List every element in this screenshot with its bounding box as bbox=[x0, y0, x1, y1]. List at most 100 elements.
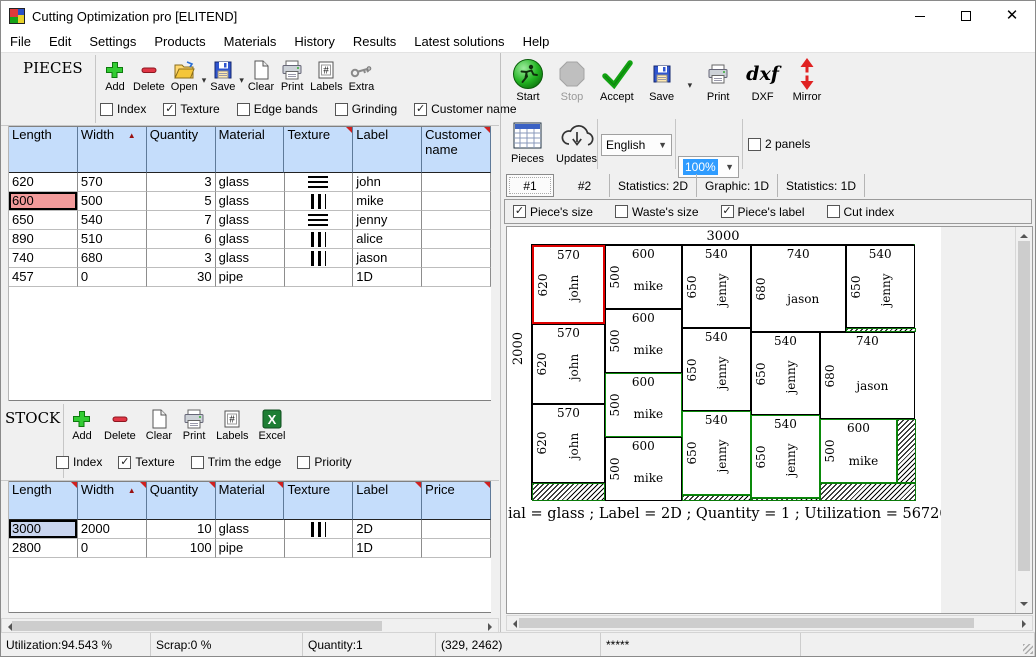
column-header-texture[interactable]: Texture bbox=[284, 482, 353, 520]
labels-button[interactable]: #Labels bbox=[213, 406, 251, 443]
cell-length[interactable]: 740 bbox=[9, 249, 78, 268]
labels-button[interactable]: #Labels bbox=[307, 57, 345, 94]
customer-name-checkbox[interactable]: ✓Customer name bbox=[414, 102, 516, 116]
piece-s-size-checkbox[interactable]: ✓Piece's size bbox=[513, 205, 593, 219]
cell-width[interactable]: 540 bbox=[78, 211, 147, 230]
pieces-table-left-scrollbar[interactable] bbox=[1, 126, 9, 401]
scrollbar-thumb[interactable] bbox=[519, 618, 974, 628]
cut-piece-john[interactable]: 570620john bbox=[532, 404, 605, 483]
save-dropdown-caret[interactable]: ▾ bbox=[239, 65, 244, 86]
scroll-right-icon[interactable] bbox=[488, 623, 496, 631]
cell-width[interactable]: 500 bbox=[78, 192, 147, 211]
close-button[interactable]: ✕ bbox=[989, 1, 1035, 31]
cut-piece-mike[interactable]: 600500mike bbox=[605, 245, 682, 309]
mirror-button[interactable]: Mirror bbox=[789, 56, 825, 104]
cell-material[interactable]: glass bbox=[216, 230, 285, 249]
cell-label[interactable]: 1D bbox=[353, 539, 422, 558]
dxf-button[interactable]: dxfDXF bbox=[743, 56, 782, 104]
cell-width[interactable]: 2000 bbox=[78, 520, 147, 539]
cell-material[interactable]: pipe bbox=[216, 268, 285, 287]
table-row[interactable]: 457030pipe1D bbox=[9, 268, 491, 287]
column-header-quantity[interactable]: Quantity bbox=[147, 482, 216, 520]
column-header-customer-name[interactable]: Customer name bbox=[422, 127, 491, 173]
cell-quantity[interactable]: 5 bbox=[147, 192, 216, 211]
cell-quantity[interactable]: 7 bbox=[147, 211, 216, 230]
accept-button[interactable]: Accept bbox=[597, 56, 637, 104]
cell-texture[interactable] bbox=[285, 211, 354, 230]
cell-customer-name[interactable] bbox=[422, 230, 491, 249]
cut-piece-jenny[interactable]: 540650jenny bbox=[751, 415, 820, 498]
table-row[interactable]: 6005005glassmike bbox=[9, 192, 491, 211]
cell-material[interactable]: pipe bbox=[216, 539, 285, 558]
scroll-left-icon[interactable] bbox=[509, 620, 517, 628]
cut-piece-jason[interactable]: 740680jason bbox=[751, 245, 846, 332]
cell-label[interactable]: john bbox=[353, 173, 422, 192]
cell-texture[interactable] bbox=[285, 173, 354, 192]
cell-width[interactable]: 510 bbox=[78, 230, 147, 249]
cut-piece-jenny[interactable]: 540650jenny bbox=[751, 332, 820, 415]
cell-material[interactable]: glass bbox=[216, 211, 285, 230]
scroll-down-icon[interactable] bbox=[1020, 602, 1028, 610]
table-row[interactable]: 6505407glassjenny bbox=[9, 211, 491, 230]
menu-results[interactable]: Results bbox=[344, 31, 405, 52]
menu-latest-solutions[interactable]: Latest solutions bbox=[405, 31, 513, 52]
texture-checkbox[interactable]: ✓Texture bbox=[118, 455, 174, 469]
column-header-material[interactable]: Material bbox=[216, 127, 285, 173]
delete-button[interactable]: Delete bbox=[130, 57, 168, 94]
column-header-texture[interactable]: Texture bbox=[284, 127, 353, 173]
open-button[interactable]: Open bbox=[168, 57, 201, 94]
column-header-length[interactable]: Length bbox=[9, 127, 78, 173]
start-button[interactable]: Start bbox=[509, 56, 547, 104]
menu-products[interactable]: Products bbox=[145, 31, 214, 52]
diagram-vertical-scrollbar[interactable] bbox=[1015, 227, 1032, 613]
cell-customer-name[interactable] bbox=[422, 211, 491, 230]
cell-material[interactable]: glass bbox=[216, 520, 285, 539]
table-row[interactable]: 6205703glassjohn bbox=[9, 173, 491, 192]
print-button[interactable]: Print bbox=[179, 406, 209, 443]
grinding-checkbox[interactable]: Grinding bbox=[335, 102, 397, 116]
tab-graphic-1d[interactable]: Graphic: 1D bbox=[697, 174, 778, 197]
scroll-left-icon[interactable] bbox=[4, 623, 12, 631]
save-button[interactable]: Save bbox=[207, 57, 238, 94]
save-button[interactable]: Save bbox=[644, 56, 680, 104]
cell-label[interactable]: alice bbox=[353, 230, 422, 249]
cell-width[interactable]: 570 bbox=[78, 173, 147, 192]
cell-quantity[interactable]: 3 bbox=[147, 249, 216, 268]
cell-width[interactable]: 680 bbox=[78, 249, 147, 268]
index-checkbox[interactable]: Index bbox=[100, 102, 146, 116]
add-button[interactable]: Add bbox=[100, 57, 130, 94]
column-header-width[interactable]: Width▲ bbox=[78, 482, 147, 520]
tab-statistics-2d[interactable]: Statistics: 2D bbox=[610, 174, 697, 197]
cut-piece-john[interactable]: 570620john bbox=[532, 245, 605, 324]
table-row[interactable]: 3000200010glass2D bbox=[9, 520, 491, 539]
cut-index-checkbox[interactable]: Cut index bbox=[827, 205, 895, 219]
print-button[interactable]: Print bbox=[700, 56, 736, 104]
edge-bands-checkbox[interactable]: Edge bands bbox=[237, 102, 318, 116]
cell-label[interactable]: mike bbox=[353, 192, 422, 211]
cell-price[interactable] bbox=[422, 520, 491, 539]
cell-length[interactable]: 3000 bbox=[9, 520, 78, 539]
cell-length[interactable]: 600 bbox=[9, 192, 78, 211]
clear-button[interactable]: Clear bbox=[245, 57, 277, 94]
updates-button[interactable]: Updates bbox=[553, 118, 600, 166]
tab-statistics-1d[interactable]: Statistics: 1D bbox=[778, 174, 865, 197]
extra-button[interactable]: Extra bbox=[346, 57, 378, 94]
menu-file[interactable]: File bbox=[1, 31, 40, 52]
tab-1[interactable]: #1 bbox=[506, 174, 554, 197]
cell-price[interactable] bbox=[422, 539, 491, 558]
clear-button[interactable]: Clear bbox=[143, 406, 175, 443]
cell-texture[interactable] bbox=[285, 249, 354, 268]
column-header-quantity[interactable]: Quantity bbox=[147, 127, 216, 173]
cell-texture[interactable] bbox=[285, 520, 354, 539]
table-row[interactable]: 28000100pipe1D bbox=[9, 539, 491, 558]
scroll-right-icon[interactable] bbox=[1022, 620, 1030, 628]
maximize-button[interactable] bbox=[943, 1, 989, 31]
pieces-button[interactable]: Pieces bbox=[508, 118, 547, 166]
scrollbar-thumb[interactable] bbox=[1018, 241, 1030, 571]
cell-length[interactable]: 457 bbox=[9, 268, 78, 287]
cell-quantity[interactable]: 10 bbox=[147, 520, 216, 539]
cell-quantity[interactable]: 3 bbox=[147, 173, 216, 192]
cut-piece-mike[interactable]: 600500mike bbox=[820, 419, 897, 483]
2-panels-checkbox[interactable]: 2 panels bbox=[748, 137, 810, 151]
cell-length[interactable]: 890 bbox=[9, 230, 78, 249]
